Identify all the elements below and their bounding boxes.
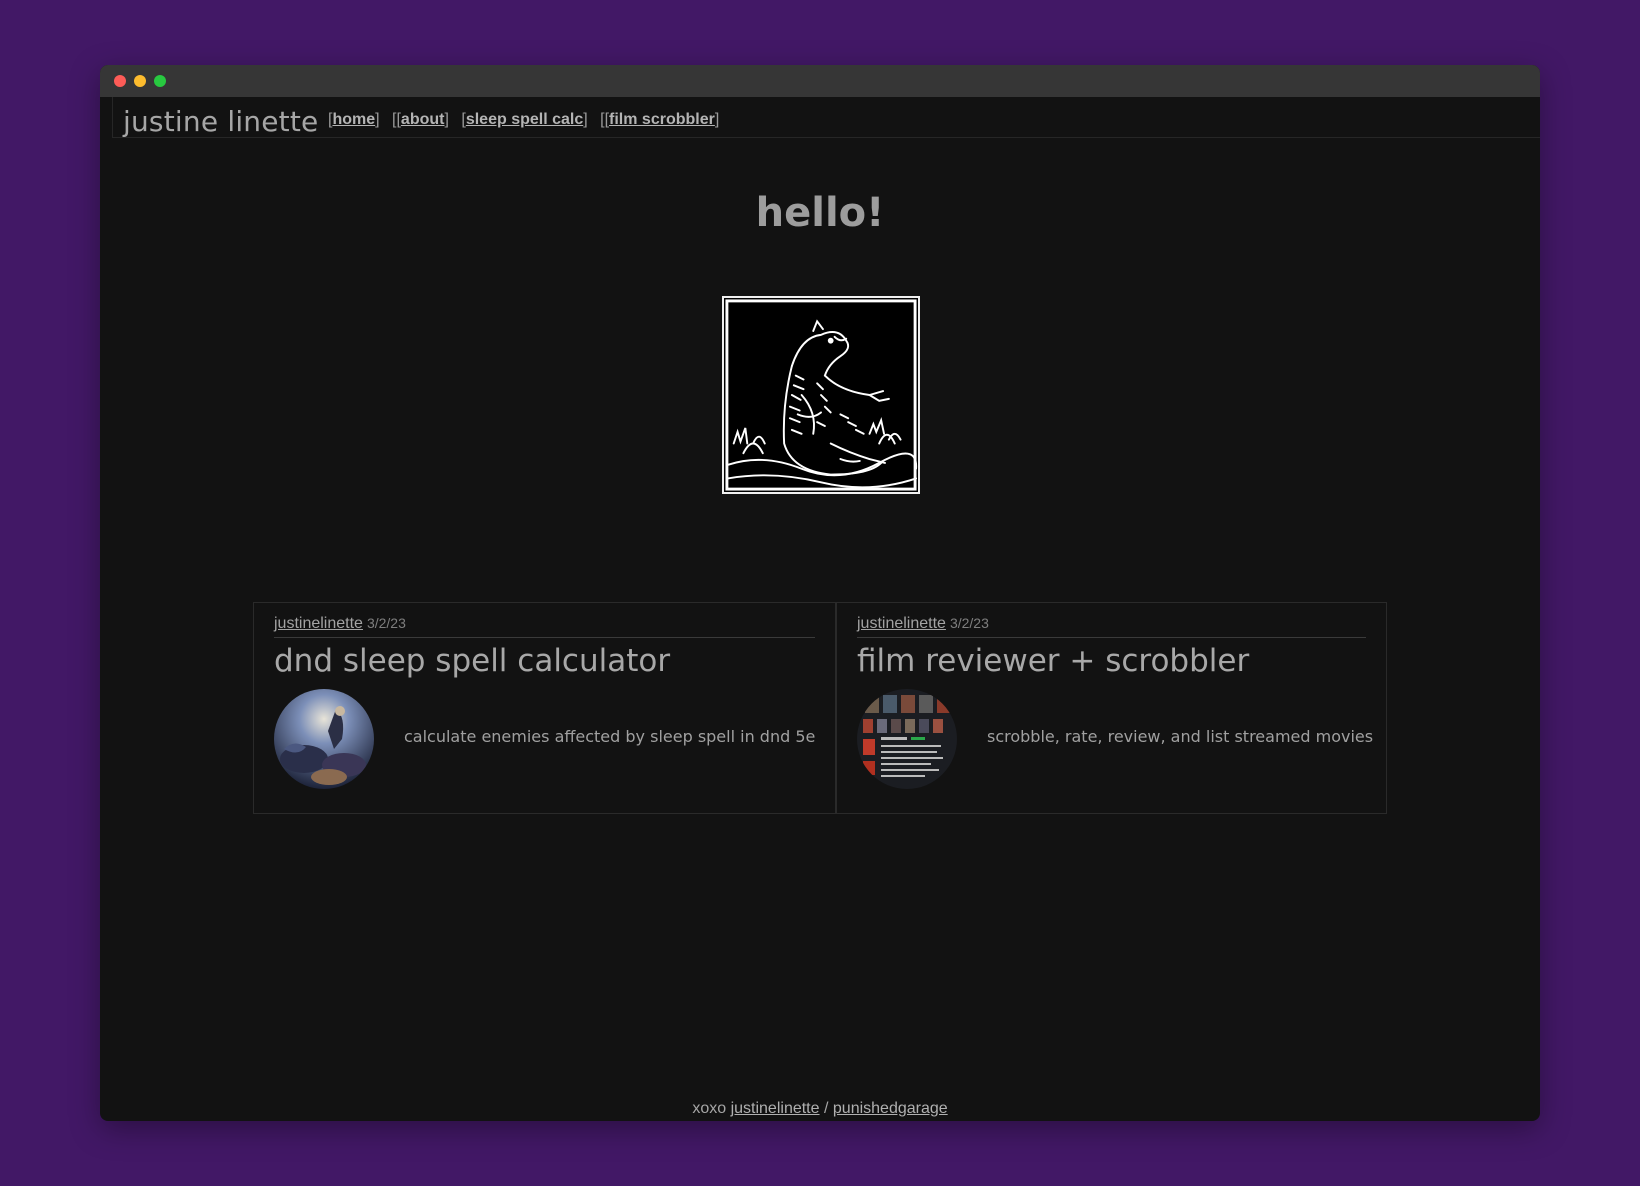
nav-bracket: [[	[392, 111, 401, 128]
nav-bracket: ]	[375, 111, 380, 128]
card-title[interactable]: film reviewer + scrobbler	[857, 643, 1376, 679]
card-description: scrobble, rate, review, and list streame…	[987, 727, 1374, 746]
nav-item-film-scrobbler: [[film scrobbler]	[600, 111, 719, 128]
nav-item-about: [[about]	[392, 111, 449, 128]
film-app-thumbnail	[857, 689, 957, 789]
nav-link-home[interactable]: home	[332, 111, 375, 128]
nav-link-about[interactable]: about	[401, 111, 445, 128]
dnd-battle-thumbnail-art	[274, 689, 374, 789]
card-meta: justinelinette 3/2/23	[274, 615, 815, 638]
nav-link-film-scrobbler[interactable]: film scrobbler	[609, 111, 715, 128]
window-titlebar	[100, 65, 1540, 97]
footer-link-justinelinette[interactable]: justinelinette	[731, 1100, 820, 1117]
maximize-window-button[interactable]	[154, 75, 166, 87]
greeting-heading: hello!	[755, 190, 885, 236]
nav-item-sleep-spell-calc: [sleep spell calc]	[461, 111, 587, 128]
close-window-button[interactable]	[114, 75, 126, 87]
card-date: 3/2/23	[366, 615, 406, 631]
card-description: calculate enemies affected by sleep spel…	[404, 727, 816, 746]
nav-item-home: [home]	[328, 111, 380, 128]
card-title[interactable]: dnd sleep spell calculator	[274, 643, 825, 679]
footer-link-punishedgarage[interactable]: punishedgarage	[833, 1100, 948, 1117]
card-author-link[interactable]: justinelinette	[274, 615, 363, 632]
woodcut-bear-image	[722, 296, 920, 494]
card-date: 3/2/23	[949, 615, 989, 631]
main-nav: [home] [[about] [sleep spell calc] [[fil…	[328, 111, 727, 129]
footer-prefix: xoxo	[692, 1100, 727, 1117]
dnd-battle-thumbnail	[274, 689, 374, 789]
project-card-sleep-spell[interactable]: justinelinette 3/2/23 dnd sleep spell cal…	[253, 602, 836, 814]
project-card-film-scrobbler[interactable]: justinelinette 3/2/23 film reviewer + scr…	[836, 602, 1387, 814]
card-author-link[interactable]: justinelinette	[857, 615, 946, 632]
nav-bracket: ]	[444, 111, 449, 128]
nav-bracket: [[	[600, 111, 610, 128]
site-header: justine linette [home] [[about] [sleep s…	[112, 97, 1540, 138]
nav-bracket: ]	[714, 111, 720, 128]
woodcut-bear-illustration	[724, 298, 918, 492]
nav-bracket: ]	[583, 111, 588, 128]
site-title: justine linette	[123, 105, 319, 138]
minimize-window-button[interactable]	[134, 75, 146, 87]
card-meta: justinelinette 3/2/23	[857, 615, 1366, 638]
site-footer: xoxo justinelinette / punishedgarage	[100, 1100, 1540, 1118]
film-app-thumbnail-art	[857, 689, 957, 789]
browser-window: justine linette [home] [[about] [sleep s…	[100, 65, 1540, 1121]
nav-link-sleep-spell-calc[interactable]: sleep spell calc	[466, 111, 583, 128]
footer-separator: /	[823, 1100, 829, 1117]
